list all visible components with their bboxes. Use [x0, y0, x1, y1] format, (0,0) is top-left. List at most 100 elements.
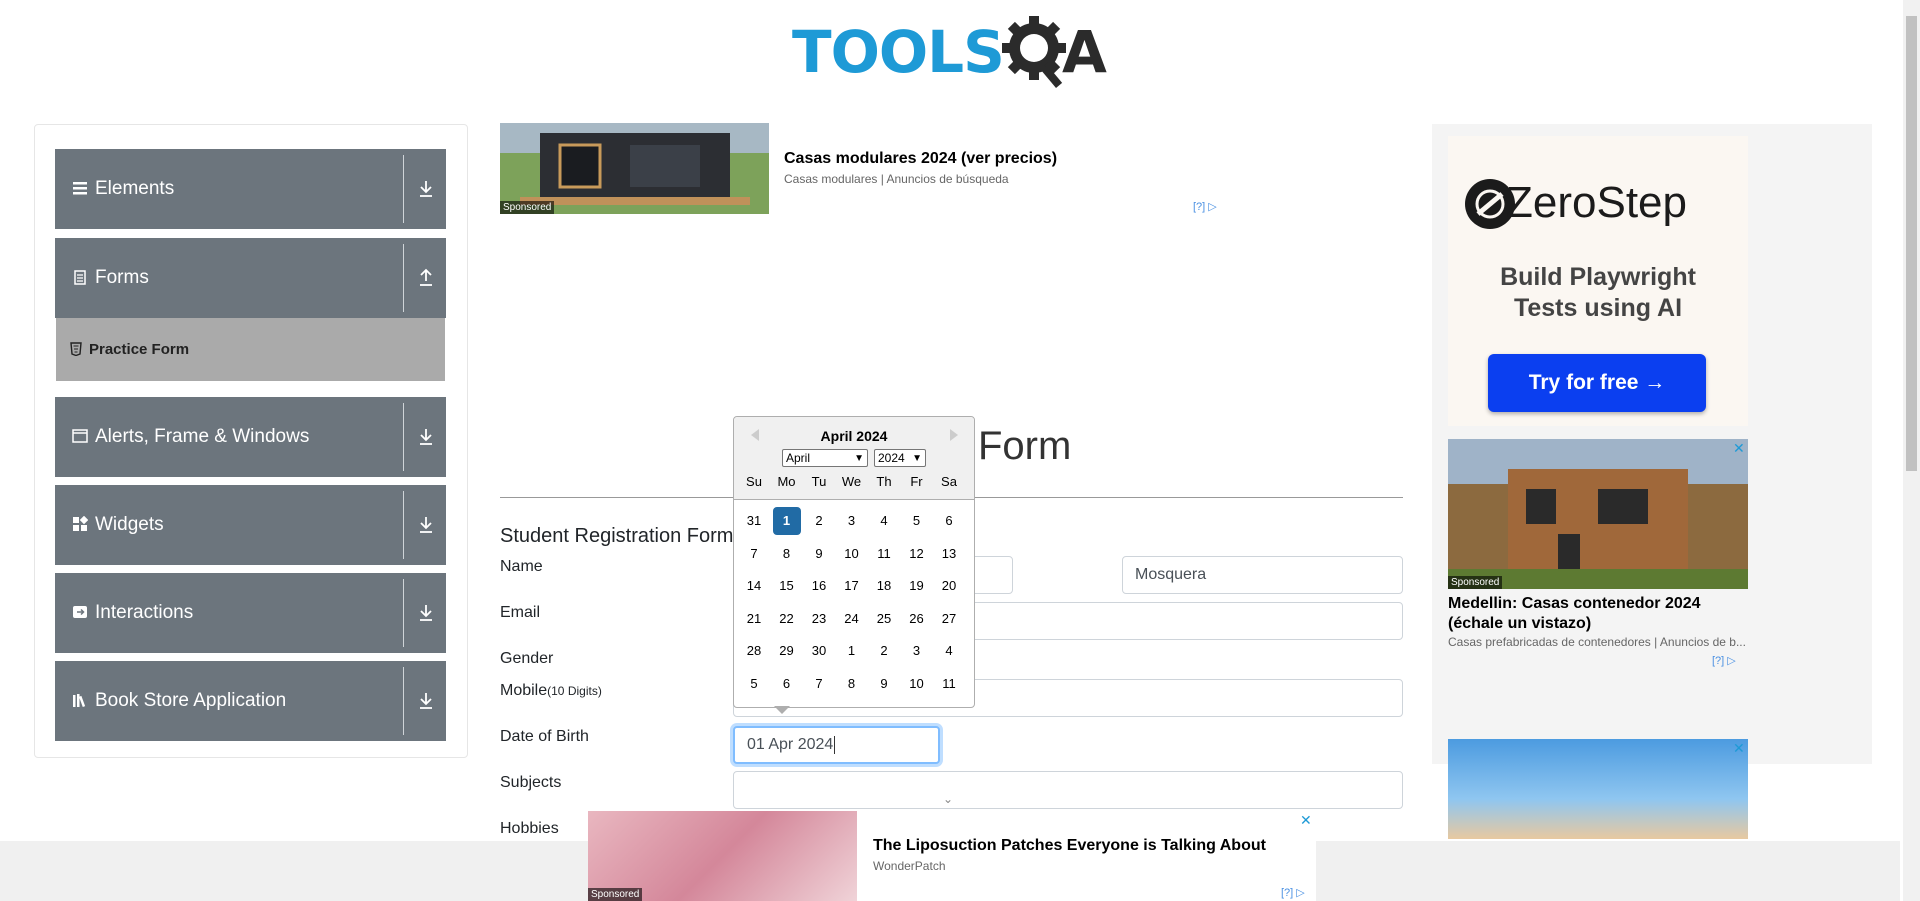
text-cursor [834, 736, 836, 754]
calendar-day[interactable]: 10 [838, 540, 866, 568]
calendar-day[interactable]: 28 [740, 637, 768, 665]
grid-icon [72, 515, 89, 532]
adchoices-icon[interactable]: [?] ▷ [1281, 886, 1305, 899]
adchoices-label: [?] [1193, 201, 1206, 213]
calendar-day[interactable]: 25 [870, 605, 898, 633]
gear-icon [1002, 16, 1066, 88]
sidebar-item-practice-form[interactable]: Practice Form [56, 318, 445, 381]
download-icon[interactable] [417, 599, 435, 625]
calendar-day[interactable]: 26 [903, 605, 931, 633]
calendar-day[interactable]: 7 [740, 540, 768, 568]
calendar-day[interactable]: 8 [838, 670, 866, 698]
calendar-day[interactable]: 7 [805, 670, 833, 698]
calendar-day[interactable]: 5 [903, 507, 931, 535]
sidebar-group-widgets[interactable]: Widgets [55, 485, 446, 565]
last-name-input[interactable]: Mosquera [1122, 556, 1403, 594]
calendar-day[interactable]: 3 [903, 637, 931, 665]
bottom-ad-subtitle: WonderPatch [873, 859, 946, 873]
calendar-day[interactable]: 30 [805, 637, 833, 665]
download-icon[interactable] [417, 687, 435, 713]
calendar-day[interactable]: 11 [870, 540, 898, 568]
group-divider [403, 491, 404, 559]
top-ad-image[interactable]: Sponsored [500, 123, 769, 214]
calendar-day[interactable]: 4 [870, 507, 898, 535]
upload-icon[interactable] [417, 264, 435, 290]
calendar-day[interactable]: 3 [838, 507, 866, 535]
download-icon[interactable] [417, 423, 435, 449]
try-for-free-button[interactable]: Try for free → [1488, 354, 1706, 412]
calendar-day[interactable]: 6 [935, 507, 963, 535]
calendar-day[interactable]: 1 [838, 637, 866, 665]
dob-label: Date of Birth [500, 728, 589, 745]
scrollbar-thumb[interactable] [1906, 16, 1917, 471]
html5-icon [70, 342, 82, 361]
calendar-day[interactable]: 12 [903, 540, 931, 568]
sidebar-group-book-store[interactable]: Book Store Application [55, 661, 446, 741]
year-select-value: 2024 [878, 451, 905, 465]
adchoices-icon[interactable]: [?] ▷ [1193, 200, 1217, 213]
date-of-birth-input[interactable]: 01 Apr 2024 [733, 726, 940, 764]
interaction-icon [72, 604, 88, 620]
bottom-ad-title[interactable]: The Liposuction Patches Everyone is Talk… [873, 837, 1266, 855]
group-divider [403, 244, 404, 312]
download-icon[interactable] [417, 511, 435, 537]
chevron-down-icon: ▼ [912, 453, 922, 464]
container-house-ad-image[interactable]: Sponsored [1448, 439, 1748, 589]
calendar-day[interactable]: 18 [870, 572, 898, 600]
calendar-day[interactable]: 2 [805, 507, 833, 535]
calendar-day[interactable]: 14 [740, 572, 768, 600]
calendar-day[interactable]: 11 [935, 670, 963, 698]
month-select[interactable]: April ▼ [782, 449, 868, 467]
close-ad-icon[interactable]: ✕ [1300, 812, 1312, 829]
adchoices-icon[interactable]: [?] ▷ [1712, 654, 1736, 667]
calendar-day[interactable]: 29 [773, 637, 801, 665]
calendar-day[interactable]: 8 [773, 540, 801, 568]
calendar-day[interactable]: 5 [740, 670, 768, 698]
calendar-day[interactable]: 19 [903, 572, 931, 600]
group-divider [403, 667, 404, 735]
calendar-day[interactable]: 17 [838, 572, 866, 600]
calendar-day[interactable]: 20 [935, 572, 963, 600]
bottom-ad-image[interactable]: Sponsored [588, 811, 857, 901]
calendar-day[interactable]: 23 [805, 605, 833, 633]
weekday-header: Th [876, 474, 892, 489]
calendar-day-selected[interactable]: 1 [772, 507, 801, 535]
download-icon[interactable] [417, 175, 435, 201]
close-ad-icon[interactable]: ✕ [1733, 440, 1745, 457]
datepicker-popup: April 2024 April ▼ 2024 ▼ Su Mo Tu We Th Fr Sa… [733, 416, 975, 708]
calendar-day[interactable]: 9 [805, 540, 833, 568]
top-ad-title[interactable]: Casas modulares 2024 (ver precios) [784, 150, 1057, 168]
close-ad-icon[interactable]: ✕ [1733, 740, 1745, 757]
sponsored-label: Sponsored [1448, 576, 1503, 589]
calendar-day[interactable]: 31 [740, 507, 768, 535]
calendar-day[interactable]: 4 [935, 637, 963, 665]
next-month-icon[interactable] [950, 429, 958, 441]
calendar-day[interactable]: 15 [773, 572, 801, 600]
calendar-day[interactable]: 9 [870, 670, 898, 698]
calendar-day[interactable]: 6 [773, 670, 801, 698]
weekday-header: Tu [811, 474, 827, 489]
sidebar-group-label: Widgets [95, 514, 164, 535]
subjects-input[interactable] [733, 771, 1403, 809]
calendar-day[interactable]: 21 [740, 605, 768, 633]
container-house-ad-title[interactable]: Medellin: Casas contenedor 2024 (échale … [1448, 594, 1748, 634]
toolsqa-logo[interactable]: TOOLS A [790, 14, 1115, 94]
adchoices-label: [?] [1281, 887, 1294, 899]
sidebar-group-interactions[interactable]: Interactions [55, 573, 446, 653]
document-icon [72, 269, 88, 285]
chevron-down-icon[interactable]: ⌄ [943, 792, 953, 806]
sidebar-group-forms[interactable]: Forms [55, 238, 446, 318]
mobile-label-text: Mobile [500, 682, 548, 699]
sidebar-group-elements[interactable]: Elements [55, 149, 446, 229]
calendar-day[interactable]: 22 [773, 605, 801, 633]
calendar-day[interactable]: 16 [805, 572, 833, 600]
top-ad-subtitle: Casas modulares | Anuncios de búsqueda [784, 172, 1009, 186]
third-ad-image[interactable] [1448, 739, 1748, 839]
calendar-day[interactable]: 27 [935, 605, 963, 633]
calendar-day[interactable]: 13 [935, 540, 963, 568]
calendar-day[interactable]: 2 [870, 637, 898, 665]
calendar-day[interactable]: 10 [903, 670, 931, 698]
year-select[interactable]: 2024 ▼ [874, 449, 926, 467]
sidebar-group-alerts-frame-windows[interactable]: Alerts, Frame & Windows [55, 397, 446, 477]
calendar-day[interactable]: 24 [838, 605, 866, 633]
